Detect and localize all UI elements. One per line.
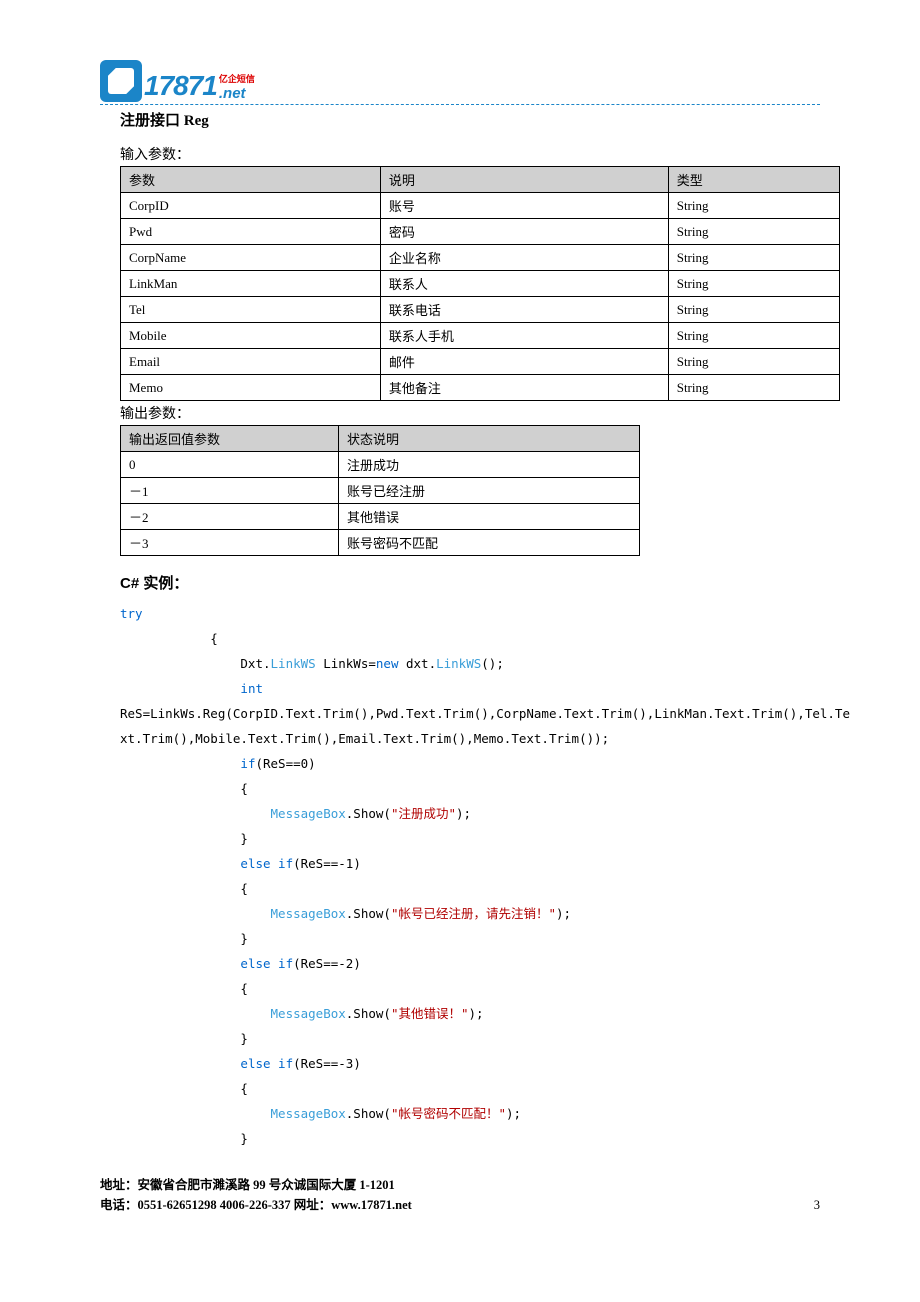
logo-net-text: .net	[219, 85, 255, 102]
table-row: CorpID账号String	[121, 193, 840, 219]
input-params-label: 输入参数：	[120, 144, 820, 164]
table-row: －1账号已经注册	[121, 478, 640, 504]
col-status: 状态说明	[338, 426, 639, 452]
table-row: －2其他错误	[121, 504, 640, 530]
logo-cn-text: 亿企短信	[219, 72, 255, 85]
footer-tel: 电话：0551-62651298 4006-226-337 网址：www.178…	[100, 1195, 412, 1215]
input-params-table: 参数 说明 类型 CorpID账号String Pwd密码String Corp…	[120, 166, 840, 401]
col-type: 类型	[668, 167, 839, 193]
table-row: LinkMan联系人String	[121, 271, 840, 297]
table-row: Memo其他备注String	[121, 375, 840, 401]
output-params-table: 输出返回值参数 状态说明 0注册成功 －1账号已经注册 －2其他错误 －3账号密…	[120, 425, 640, 556]
table-row: Pwd密码String	[121, 219, 840, 245]
table-row: －3账号密码不匹配	[121, 530, 640, 556]
code-block: try { Dxt.LinkWS LinkWs=new dxt.LinkWS()…	[120, 601, 820, 1151]
logo-header: 17871 亿企短信 .net	[100, 60, 820, 102]
logo-icon	[100, 60, 142, 102]
table-row: Mobile联系人手机String	[121, 323, 840, 349]
table-header-row: 参数 说明 类型	[121, 167, 840, 193]
table-row: 0注册成功	[121, 452, 640, 478]
table-row: Email邮件String	[121, 349, 840, 375]
table-row: CorpName企业名称String	[121, 245, 840, 271]
example-title: C# 实例：	[120, 572, 820, 593]
logo-number: 17871	[144, 70, 217, 102]
page-title: 注册接口 Reg	[120, 109, 820, 130]
output-params-label: 输出参数：	[120, 403, 820, 423]
table-row: Tel联系电话String	[121, 297, 840, 323]
page-number: 3	[814, 1195, 820, 1215]
col-return: 输出返回值参数	[121, 426, 339, 452]
header-divider	[100, 104, 820, 105]
col-desc: 说明	[380, 167, 668, 193]
page-footer: 地址：安徽省合肥市濉溪路 99 号众诚国际大厦 1-1201 电话：0551-6…	[100, 1175, 820, 1215]
col-param: 参数	[121, 167, 381, 193]
footer-address: 地址：安徽省合肥市濉溪路 99 号众诚国际大厦 1-1201	[100, 1175, 412, 1195]
table-header-row: 输出返回值参数 状态说明	[121, 426, 640, 452]
